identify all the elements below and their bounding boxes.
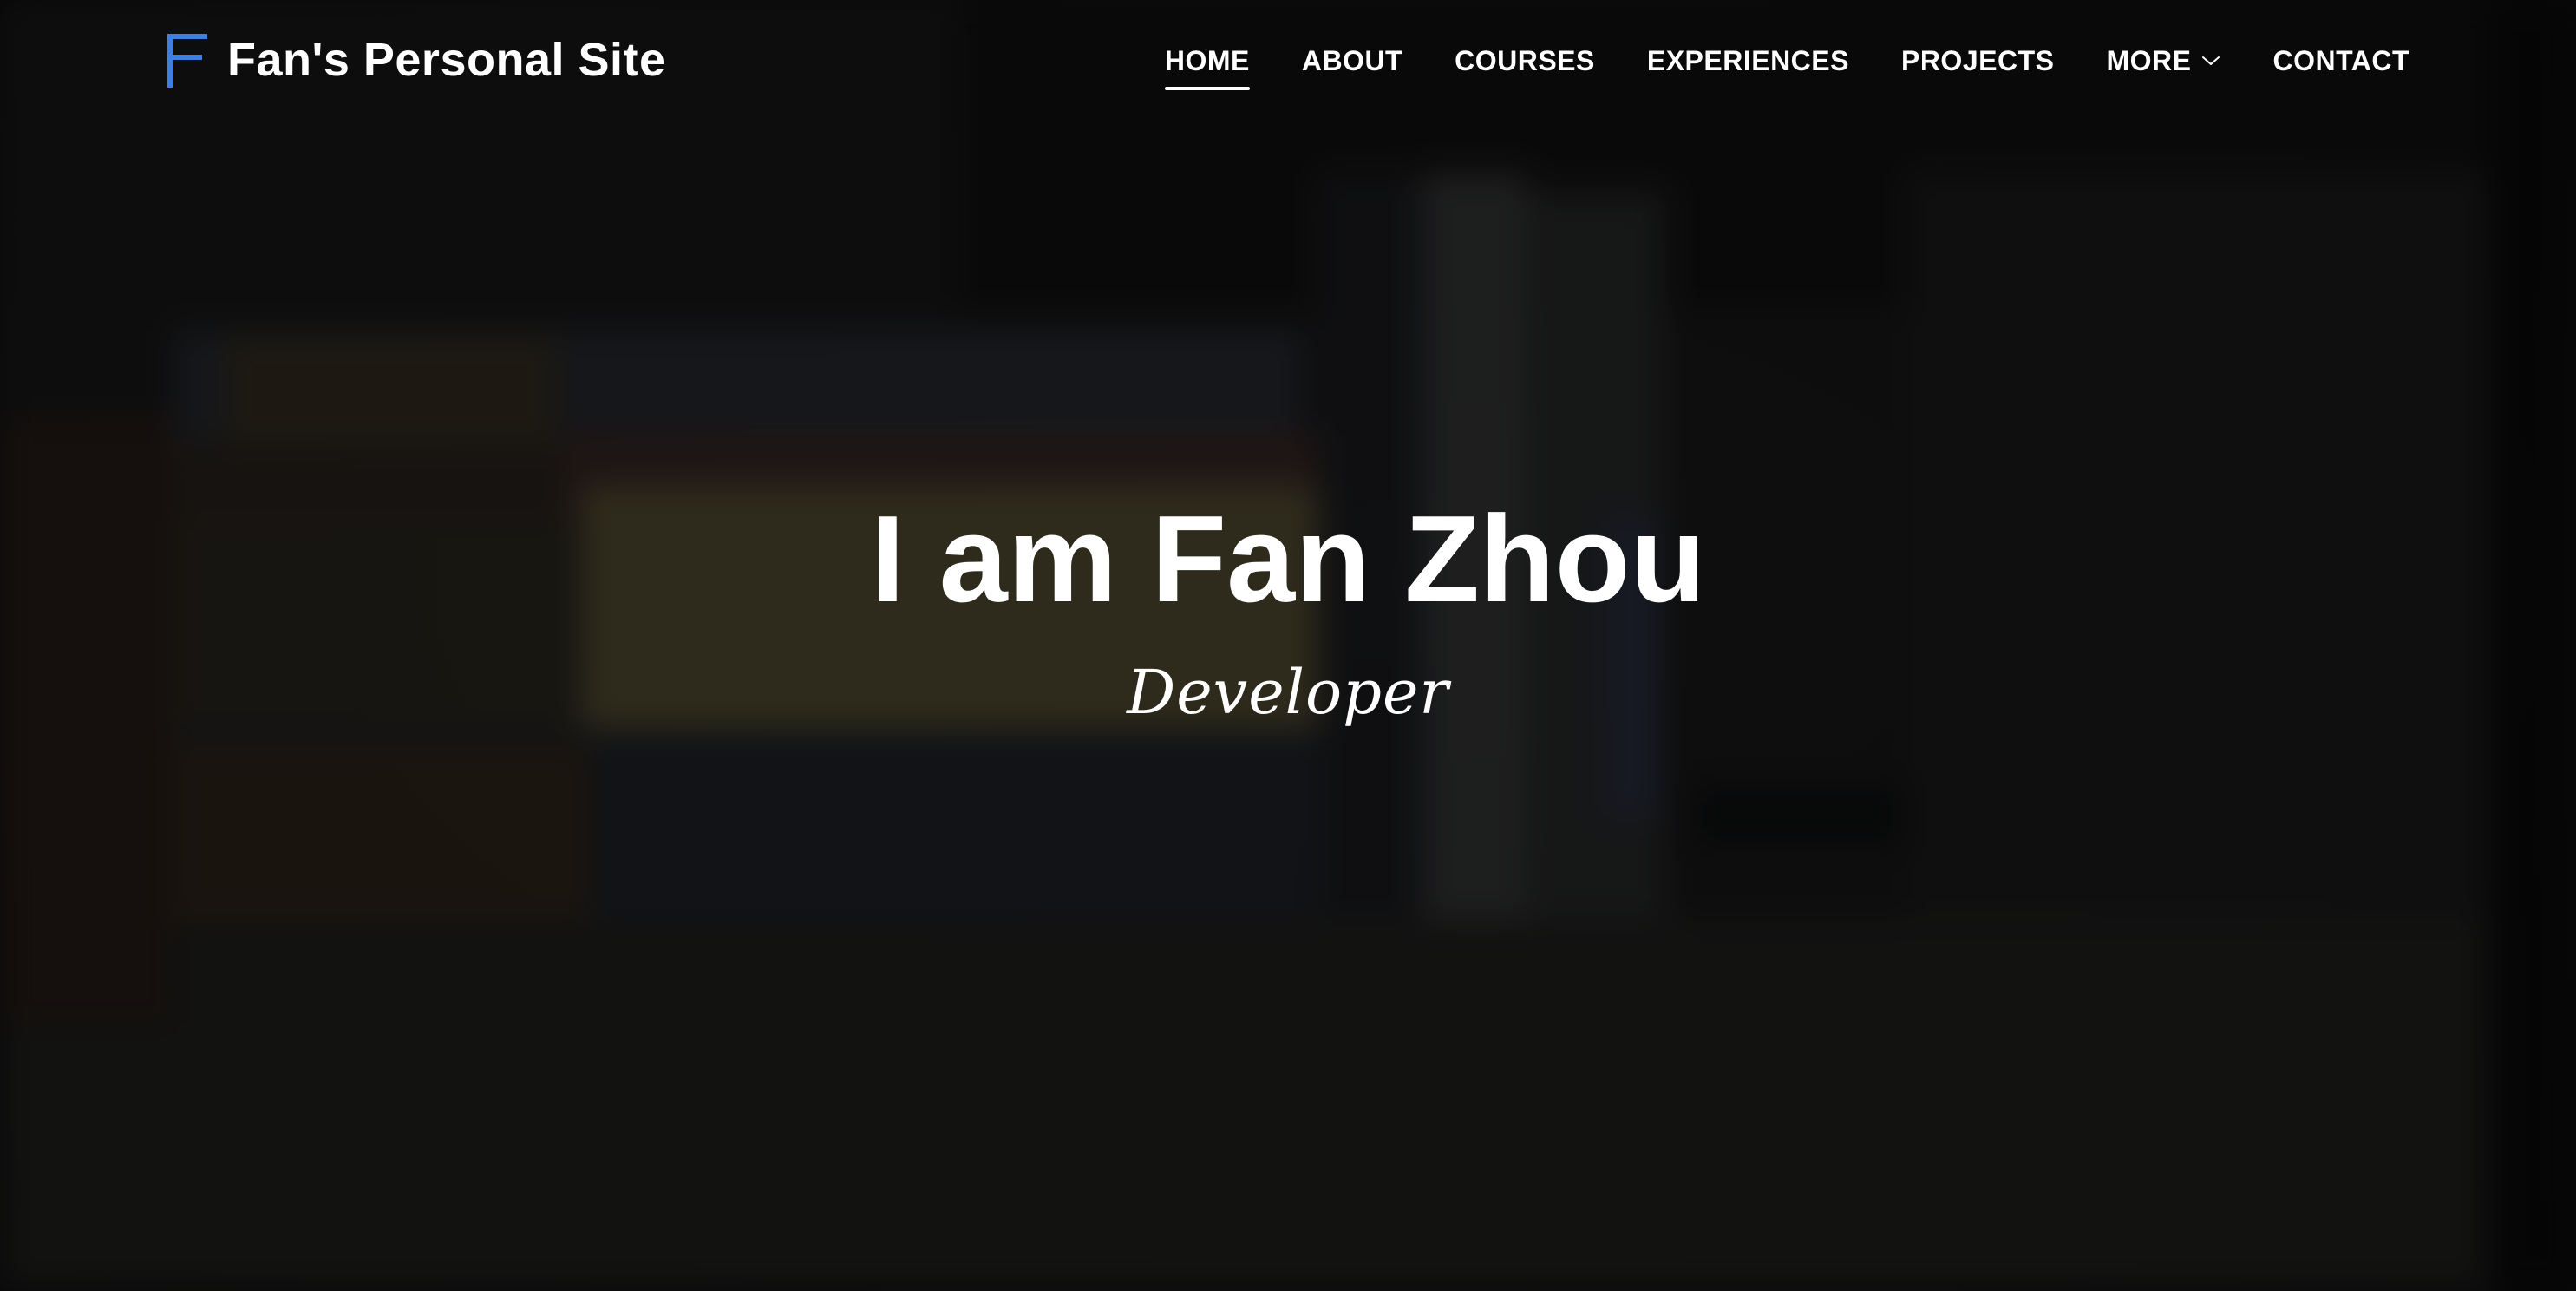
nav-item-courses[interactable]: COURSES [1455,42,1595,80]
chevron-down-icon [2202,56,2220,65]
site-header: Fan's Personal Site HOME ABOUT COURSES E… [0,0,2576,121]
site-title[interactable]: Fan's Personal Site [227,31,666,88]
nav-item-more-label: MORE [2106,45,2192,76]
brand[interactable]: Fan's Personal Site [165,31,666,88]
nav-item-experiences[interactable]: EXPERIENCES [1647,42,1849,80]
hero-subtitle: Developer [1127,657,1449,728]
page: Fan's Personal Site HOME ABOUT COURSES E… [0,0,2576,1291]
main-nav: HOME ABOUT COURSES EXPERIENCES PROJECTS … [1164,42,2409,90]
nav-item-about[interactable]: ABOUT [1302,42,1402,80]
hero-title: I am Fan Zhou [870,490,1706,628]
hero-section: I am Fan Zhou Developer [0,486,2576,736]
letter-f-logo-icon [167,34,207,88]
nav-item-contact[interactable]: CONTACT [2272,42,2409,80]
nav-item-more[interactable]: MORE [2106,42,2220,80]
nav-item-home[interactable]: HOME [1164,42,1250,90]
nav-item-projects[interactable]: PROJECTS [1901,42,2054,80]
